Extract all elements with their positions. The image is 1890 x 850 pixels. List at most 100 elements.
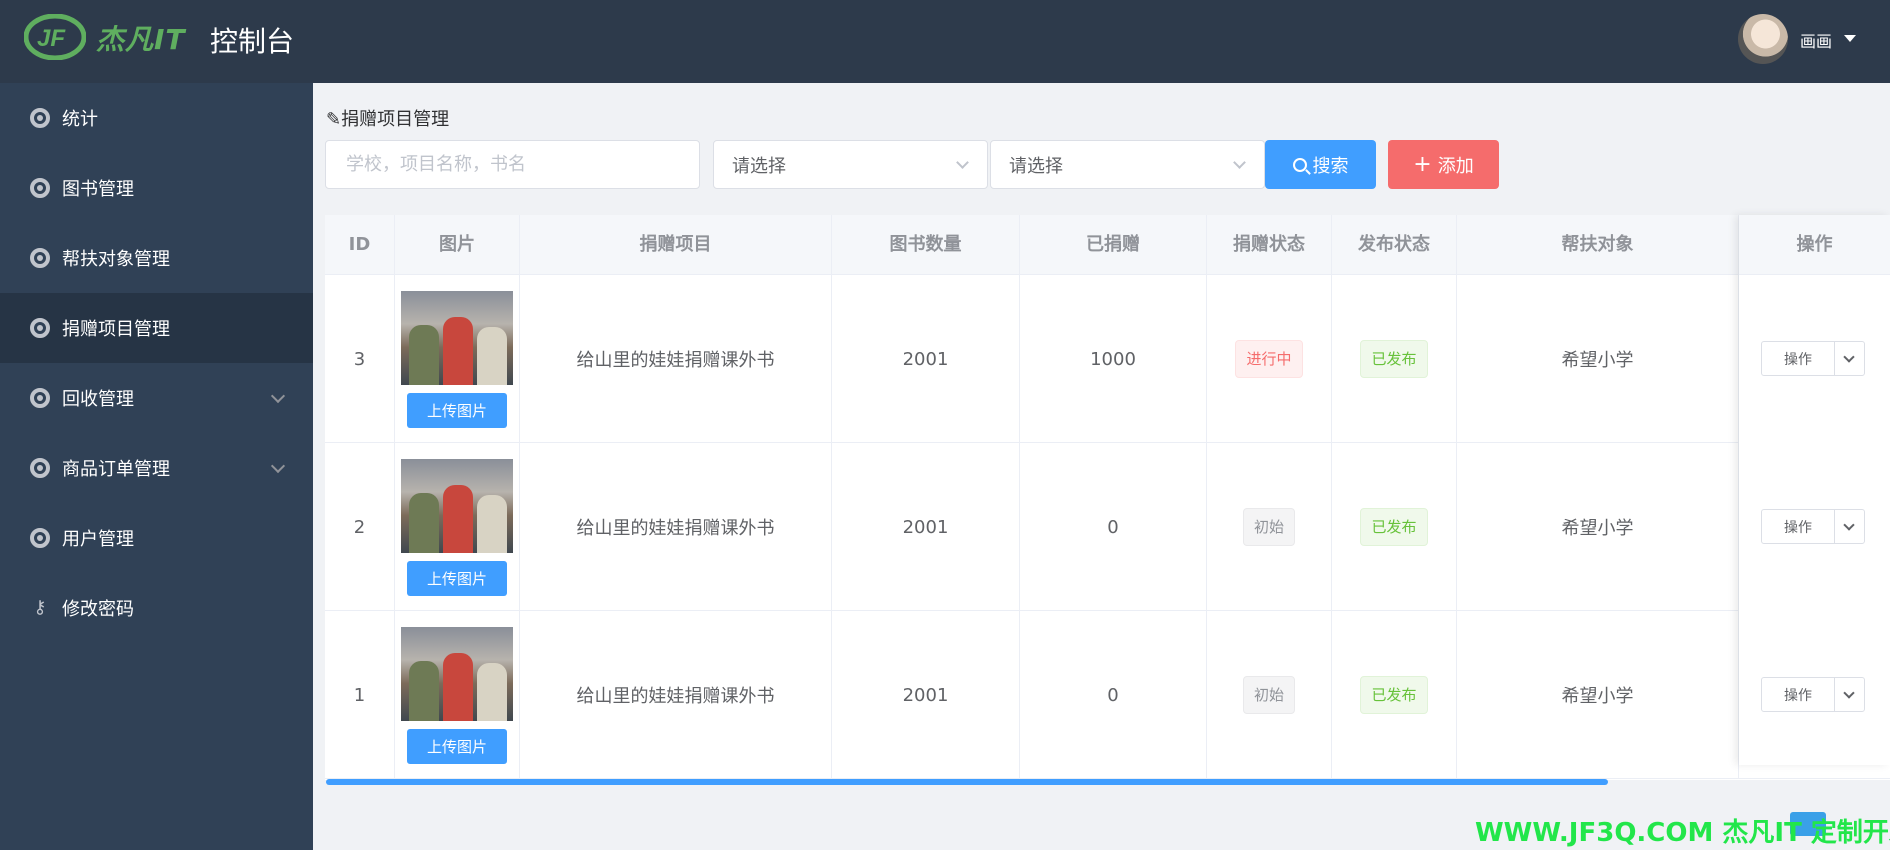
sidebar-item-label: 帮扶对象管理 bbox=[62, 249, 170, 270]
sidebar-item-label: 商品订单管理 bbox=[62, 459, 170, 480]
action-label: 操作 bbox=[1784, 687, 1812, 704]
add-button-label: 添加 bbox=[1437, 155, 1474, 177]
username[interactable]: 画画 bbox=[1800, 28, 1832, 52]
donation-table: ID 图片 捐赠项目 图书数量 已捐赠 捐赠状态 发布状态 帮扶对象 3 上传图… bbox=[325, 215, 1890, 780]
action-dropdown[interactable]: 操作 bbox=[1761, 677, 1865, 712]
upload-image-button[interactable]: 上传图片 bbox=[407, 728, 507, 764]
divider bbox=[1834, 342, 1835, 375]
status-badge: 进行中 bbox=[1235, 340, 1303, 378]
status-badge: 已发布 bbox=[1360, 676, 1428, 714]
brand-name: 杰凡IT bbox=[96, 23, 186, 56]
cell-image: 上传图片 bbox=[395, 611, 520, 779]
circle-icon bbox=[30, 388, 50, 408]
svg-text:JF: JF bbox=[37, 25, 66, 52]
sidebar-item-label: 捐赠项目管理 bbox=[62, 319, 170, 340]
column-header: 图片 bbox=[395, 215, 520, 275]
column-header: 捐赠项目 bbox=[520, 215, 832, 275]
action-label: 操作 bbox=[1784, 519, 1812, 536]
circle-icon bbox=[30, 528, 50, 548]
cell-publish-status: 已发布 bbox=[1332, 275, 1457, 443]
upload-image-button[interactable]: 上传图片 bbox=[407, 560, 507, 596]
cell-book-count: 2001 bbox=[832, 611, 1020, 779]
project-photo bbox=[401, 458, 513, 553]
cell-target: 希望小学 bbox=[1457, 443, 1739, 611]
sidebar-item-donation-projects[interactable]: 捐赠项目管理 bbox=[0, 293, 313, 363]
chevron-down-icon bbox=[1843, 518, 1855, 531]
status-select[interactable]: 请选择 bbox=[713, 140, 988, 189]
sidebar-item-label: 回收管理 bbox=[62, 389, 134, 410]
column-header: 操作 bbox=[1739, 215, 1890, 275]
cell-publish-status: 已发布 bbox=[1332, 611, 1457, 779]
key-icon: ⚷ bbox=[33, 597, 47, 618]
chevron-down-icon bbox=[270, 388, 286, 404]
cell-target: 希望小学 bbox=[1457, 275, 1739, 443]
cell-id: 2 bbox=[325, 443, 395, 611]
table-row: 1 上传图片 给山里的娃娃捐赠课外书 2001 0 初始 已发布 希望小学 bbox=[325, 611, 1890, 779]
sidebar-item-beneficiaries[interactable]: 帮扶对象管理 bbox=[0, 223, 313, 293]
sidebar-item-label: 用户管理 bbox=[62, 529, 134, 550]
sidebar-item-label: 图书管理 bbox=[62, 179, 134, 200]
sidebar-item-change-password[interactable]: ⚷ 修改密码 bbox=[0, 573, 313, 643]
action-dropdown[interactable]: 操作 bbox=[1761, 341, 1865, 376]
search-input[interactable] bbox=[325, 140, 700, 189]
sidebar-item-label: 统计 bbox=[62, 109, 98, 130]
upload-image-button[interactable]: 上传图片 bbox=[407, 392, 507, 428]
chevron-down-icon bbox=[956, 156, 969, 169]
cell-project: 给山里的娃娃捐赠课外书 bbox=[520, 275, 832, 443]
table-header: ID 图片 捐赠项目 图书数量 已捐赠 捐赠状态 发布状态 帮扶对象 bbox=[325, 215, 1890, 275]
page-title: 控制台 bbox=[210, 25, 295, 58]
search-button[interactable]: 搜索 bbox=[1265, 140, 1376, 189]
cell-project: 给山里的娃娃捐赠课外书 bbox=[520, 443, 832, 611]
logo-icon: JF bbox=[24, 14, 86, 60]
avatar[interactable] bbox=[1738, 14, 1788, 64]
table-row: 3 上传图片 给山里的娃娃捐赠课外书 2001 1000 进行中 已发布 希望小… bbox=[325, 275, 1890, 443]
circle-icon bbox=[30, 108, 50, 128]
add-button[interactable]: + 添加 bbox=[1388, 140, 1499, 189]
status-badge: 已发布 bbox=[1360, 340, 1428, 378]
horizontal-scrollbar[interactable] bbox=[326, 779, 1608, 785]
sidebar-item-books[interactable]: 图书管理 bbox=[0, 153, 313, 223]
chevron-down-icon bbox=[1843, 686, 1855, 699]
select-value: 请选择 bbox=[1009, 155, 1063, 177]
column-header: 帮扶对象 bbox=[1457, 215, 1739, 275]
column-header: 发布状态 bbox=[1332, 215, 1457, 275]
column-header: ID bbox=[325, 215, 395, 275]
cell-donated: 1000 bbox=[1020, 275, 1207, 443]
select-value: 请选择 bbox=[732, 155, 786, 177]
chevron-down-icon bbox=[1233, 156, 1246, 169]
plus-icon: + bbox=[1413, 151, 1432, 177]
action-label: 操作 bbox=[1784, 351, 1812, 368]
cell-image: 上传图片 bbox=[395, 443, 520, 611]
cell-donate-status: 初始 bbox=[1207, 611, 1332, 779]
watermark: WWW.JF3Q.COM 杰凡IT 定制开发 bbox=[1475, 818, 1890, 848]
cell-project: 给山里的娃娃捐赠课外书 bbox=[520, 611, 832, 779]
chevron-down-icon bbox=[1843, 350, 1855, 363]
sidebar-item-users[interactable]: 用户管理 bbox=[0, 503, 313, 573]
column-header: 已捐赠 bbox=[1020, 215, 1207, 275]
table-row: 2 上传图片 给山里的娃娃捐赠课外书 2001 0 初始 已发布 希望小学 bbox=[325, 443, 1890, 611]
circle-icon bbox=[30, 178, 50, 198]
cell-donate-status: 进行中 bbox=[1207, 275, 1332, 443]
cell-donate-status: 初始 bbox=[1207, 443, 1332, 611]
cell-donated: 0 bbox=[1020, 611, 1207, 779]
search-button-label: 搜索 bbox=[1312, 155, 1349, 177]
sidebar-item-orders[interactable]: 商品订单管理 bbox=[0, 433, 313, 503]
sidebar-item-stats[interactable]: 统计 bbox=[0, 83, 313, 153]
cell-image: 上传图片 bbox=[395, 275, 520, 443]
column-header: 图书数量 bbox=[832, 215, 1020, 275]
cell-id: 3 bbox=[325, 275, 395, 443]
divider bbox=[1834, 510, 1835, 543]
sidebar-item-label: 修改密码 bbox=[62, 599, 134, 620]
circle-icon bbox=[30, 248, 50, 268]
column-header: 捐赠状态 bbox=[1207, 215, 1332, 275]
publish-select[interactable]: 请选择 bbox=[990, 140, 1265, 189]
action-dropdown[interactable]: 操作 bbox=[1761, 509, 1865, 544]
caret-down-icon[interactable] bbox=[1844, 35, 1856, 42]
divider bbox=[1834, 678, 1835, 711]
cell-target: 希望小学 bbox=[1457, 611, 1739, 779]
action-column: 操作 操作 操作 操作 bbox=[1739, 215, 1890, 765]
chevron-down-icon bbox=[270, 458, 286, 474]
search-icon bbox=[1292, 157, 1307, 172]
sidebar-item-recycle[interactable]: 回收管理 bbox=[0, 363, 313, 433]
status-badge: 初始 bbox=[1242, 508, 1295, 546]
